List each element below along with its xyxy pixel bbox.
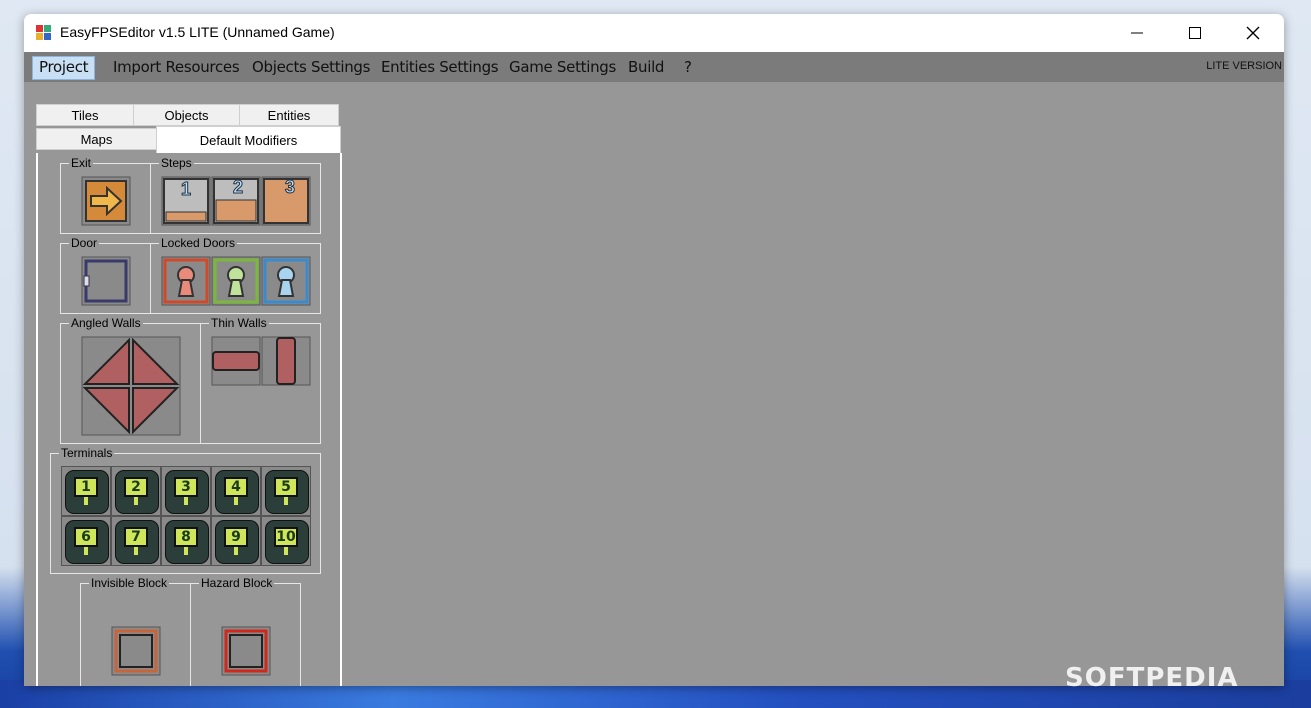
terminal-number: 4	[231, 479, 241, 495]
menu-objects-settings[interactable]: Objects Settings	[246, 56, 376, 78]
invisible-block-label: Invisible Block	[89, 575, 170, 591]
thin-walls-group: Thin Walls	[200, 315, 321, 444]
exit-tile[interactable]	[81, 176, 131, 226]
minimize-icon	[1131, 32, 1143, 34]
steps-group: Steps 1 2 3	[150, 155, 321, 234]
lite-version-label: LITE VERSION	[1206, 60, 1282, 72]
terminal-number: 5	[281, 479, 291, 495]
locked-door-green-tile[interactable]	[211, 256, 261, 306]
terminal-tile[interactable]: 1	[61, 466, 111, 516]
angled-walls-tile[interactable]	[81, 336, 181, 436]
maximize-button[interactable]	[1166, 14, 1224, 52]
terminal-number: 9	[231, 529, 241, 545]
exit-group: Exit	[60, 155, 151, 234]
menu-build[interactable]: Build	[622, 56, 670, 78]
step-1-number: 1	[180, 179, 191, 200]
terminal-tile[interactable]: 10	[261, 516, 311, 566]
editor-area: Tiles Objects Entities Maps Default Modi…	[24, 82, 1284, 686]
terminals-label: Terminals	[59, 445, 115, 461]
door-label: Door	[69, 235, 100, 251]
thin-wall-vertical-tile[interactable]	[261, 336, 311, 386]
close-icon	[1246, 26, 1260, 40]
terminal-tile[interactable]: 2	[111, 466, 161, 516]
invisible-block-group: Invisible Block	[80, 575, 191, 686]
terminal-tile[interactable]: 5	[261, 466, 311, 516]
default-modifiers-panel: Exit Steps 1 2 3 Door Locked Doors Angle…	[36, 153, 342, 686]
terminal-tile[interactable]: 6	[61, 516, 111, 566]
terminal-number: 3	[181, 479, 191, 495]
step-2-number: 2	[232, 177, 243, 198]
terminal-tile[interactable]: 9	[211, 516, 261, 566]
thin-wall-horizontal-tile[interactable]	[211, 336, 261, 386]
terminals-grid: 1 2 3 4 5 6 7 8 9 10	[61, 466, 311, 566]
terminal-number: 7	[131, 529, 141, 545]
menu-help[interactable]: ?	[678, 56, 698, 78]
hazard-block-label: Hazard Block	[199, 575, 275, 591]
step-3-number: 3	[284, 177, 295, 198]
terminal-tile[interactable]: 3	[161, 466, 211, 516]
terminal-number: 8	[181, 529, 191, 545]
hazard-block-tile[interactable]	[221, 626, 271, 676]
close-button[interactable]	[1224, 14, 1282, 52]
app-window: EasyFPSEditor v1.5 LITE (Unnamed Game) P…	[24, 14, 1284, 686]
angled-walls-group: Angled Walls	[60, 315, 201, 444]
window-title: EasyFPSEditor v1.5 LITE (Unnamed Game)	[60, 24, 335, 40]
tab-tiles[interactable]: Tiles	[36, 104, 134, 126]
invisible-block-tile[interactable]	[111, 626, 161, 676]
menu-game-settings[interactable]: Game Settings	[503, 56, 622, 78]
menu-import-resources[interactable]: Import Resources	[107, 56, 245, 78]
terminal-tile[interactable]: 7	[111, 516, 161, 566]
door-tile[interactable]	[81, 256, 131, 306]
thin-walls-label: Thin Walls	[209, 315, 269, 331]
terminal-number: 6	[81, 529, 91, 545]
angled-walls-label: Angled Walls	[69, 315, 143, 331]
terminals-group: Terminals 1 2 3 4 5 6 7 8 9 10	[50, 445, 321, 574]
locked-doors-label: Locked Doors	[159, 235, 238, 251]
menu-entities-settings[interactable]: Entities Settings	[375, 56, 504, 78]
locked-door-red-tile[interactable]	[161, 256, 211, 306]
exit-label: Exit	[69, 155, 94, 171]
maximize-icon	[1189, 27, 1201, 39]
terminal-tile[interactable]: 4	[211, 466, 261, 516]
menu-bar: Project Import Resources Objects Setting…	[24, 52, 1284, 82]
tab-maps[interactable]: Maps	[36, 128, 157, 150]
tab-default-modifiers[interactable]: Default Modifiers	[156, 126, 341, 153]
menu-project[interactable]: Project	[32, 56, 96, 80]
app-icon	[36, 25, 51, 40]
locked-doors-group: Locked Doors	[150, 235, 321, 314]
door-group: Door	[60, 235, 151, 314]
title-bar[interactable]: EasyFPSEditor v1.5 LITE (Unnamed Game)	[24, 14, 1284, 52]
tab-objects[interactable]: Objects	[133, 104, 240, 126]
hazard-block-group: Hazard Block	[190, 575, 301, 686]
minimize-button[interactable]	[1108, 14, 1166, 52]
tab-entities[interactable]: Entities	[239, 104, 339, 126]
terminal-tile[interactable]: 8	[161, 516, 211, 566]
terminal-number: 2	[131, 479, 141, 495]
terminal-number: 10	[276, 529, 296, 545]
terminal-number: 1	[81, 479, 91, 495]
steps-label: Steps	[159, 155, 194, 171]
softpedia-watermark: SOFTPEDIA	[1065, 663, 1239, 693]
locked-door-blue-tile[interactable]	[261, 256, 311, 306]
